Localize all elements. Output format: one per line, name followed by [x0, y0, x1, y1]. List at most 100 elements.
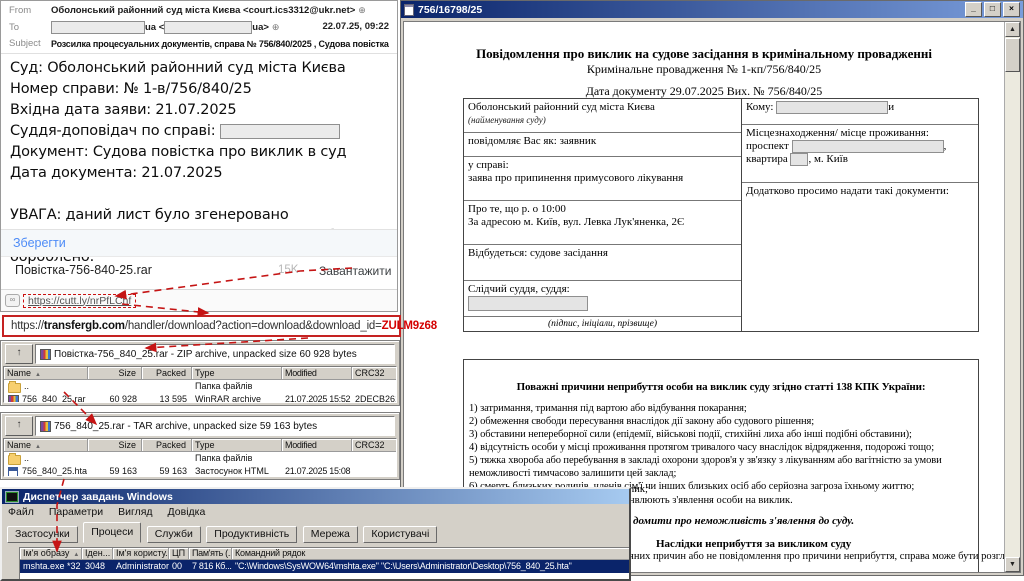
scroll-down-icon: ▼ [1009, 560, 1016, 568]
archive-file-list: Name▲ Size Packed Type Modified CRC32 ..… [3, 438, 397, 477]
column-pid[interactable]: Іден... [82, 548, 113, 560]
parent-dir-row[interactable]: .. Папка файлів [4, 452, 396, 465]
plus-circle-icon[interactable]: ⊕ [272, 22, 280, 33]
menu-file[interactable]: Файл [8, 506, 34, 518]
email-subject: Розсилка процесуальних документів, справ… [51, 39, 389, 49]
from-label: From [9, 5, 51, 16]
column-image-name[interactable]: Ім'я образу▲ [20, 548, 82, 560]
column-type[interactable]: Type [192, 367, 282, 380]
sort-asc-icon: ▲ [35, 444, 41, 450]
minimize-button[interactable]: _ [965, 2, 982, 17]
header-divider [1, 53, 397, 54]
attachment-name[interactable]: Повістка-756-840-25.rar [15, 263, 152, 277]
reason-item: 4) відсутність особи у місці проживання … [469, 441, 973, 454]
download-link[interactable]: Завантажити [319, 264, 391, 278]
document-date-line: Дата документу 29.07.2025 Вих. № 756/840… [404, 84, 1004, 99]
redacted-recipient [164, 21, 252, 34]
menu-help[interactable]: Довідка [168, 506, 206, 518]
task-manager-tabs: Застосунки Процеси Служби Продуктивність… [7, 522, 629, 542]
column-modified[interactable]: Modified [282, 367, 352, 380]
archive-title: 756_840_25.rar - TAR archive, unpacked s… [54, 421, 317, 432]
task-manager-title: Диспетчер завдань Windows [23, 491, 173, 503]
status-link-url[interactable]: https://cutt.ly/nrPfLChf [23, 294, 136, 308]
email-window: From Оболонський районний суд міста Києв… [0, 0, 398, 312]
summons-right-column: Кому: и Місцезнаходження/ місце проживан… [742, 99, 978, 331]
redacted-judge-name [220, 124, 340, 139]
task-manager-menubar: Файл Параметри Вигляд Довідка [2, 504, 629, 520]
task-manager-titlebar[interactable]: Диспетчер завдань Windows [2, 489, 629, 504]
column-modified[interactable]: Modified [282, 439, 352, 452]
archive-address-bar[interactable]: Повістка-756_840_25.rar - ZIP archive, u… [35, 344, 395, 364]
file-row-rar[interactable]: 756_840_25.rar 60 928 13 595 WinRAR arch… [4, 393, 396, 403]
menu-view[interactable]: Вигляд [118, 506, 152, 518]
hta-file-icon [8, 467, 18, 478]
tab-processes[interactable]: Процеси [83, 522, 141, 543]
column-command-line[interactable]: Командний рядок [232, 548, 631, 560]
save-button[interactable]: Зберегти [13, 236, 66, 250]
window-controls: _ □ × [963, 2, 1020, 17]
reasons-title: Поважні причини неприбуття особи на викл… [492, 381, 950, 393]
body-line-court: Суд: Оболонський районний суд міста Києв… [10, 58, 391, 79]
tab-services[interactable]: Служби [147, 526, 201, 543]
text-fragment: лик; [629, 484, 648, 495]
reason-item: 2) обмеження свободи пересування внаслід… [469, 415, 973, 428]
scrollbar-thumb[interactable] [1005, 38, 1020, 72]
document-scrollbar[interactable]: ▲ ▼ [1004, 22, 1020, 572]
redacted-recipient [51, 21, 145, 34]
column-packed[interactable]: Packed [142, 367, 192, 380]
task-manager-window: Диспетчер завдань Windows Файл Параметри… [0, 487, 631, 581]
column-name[interactable]: Name▲ [4, 367, 88, 380]
file-row-hta[interactable]: 756_840_25.hta 59 163 59 163 Застосунок … [4, 465, 396, 477]
summons-table: Оболонський районний суд міста Києва (на… [463, 98, 979, 332]
extra-docs-cell: Додатково просимо надати такі документи: [742, 183, 978, 331]
tab-performance[interactable]: Продуктивність [206, 526, 297, 543]
maximize-button[interactable]: □ [984, 2, 1001, 17]
subject-label: Subject [9, 38, 51, 49]
up-directory-button[interactable]: ↑ [5, 416, 33, 436]
attachment-size: 15K [278, 264, 298, 276]
body-line-doc: Документ: Судова повістка про виклик в с… [10, 142, 391, 163]
redacted-recipient-name [776, 101, 888, 114]
tab-users[interactable]: Користувачі [363, 526, 437, 543]
email-date: 22.07.25, 09:22 [322, 21, 389, 32]
rar-archive-icon [40, 421, 51, 432]
scroll-down-button[interactable]: ▼ [1005, 557, 1020, 572]
plus-circle-icon[interactable]: ⊕ [358, 5, 366, 16]
up-directory-button[interactable]: ↑ [5, 344, 33, 364]
email-status-bar: ∞ https://cutt.ly/nrPfLChf [1, 289, 397, 311]
document-titlebar[interactable]: 756/16798/25 _ □ × [401, 1, 1023, 18]
close-button[interactable]: × [1003, 2, 1020, 17]
parent-dir-row[interactable]: .. Папка файлів [4, 380, 396, 393]
column-crc32[interactable]: CRC32 [352, 367, 397, 380]
column-name[interactable]: Name▲ [4, 439, 88, 452]
reason-item: 3) обставини непереборної сили (епідемії… [469, 428, 973, 441]
email-subject-row: Subject Розсилка процесуальних документі… [9, 38, 389, 49]
column-type[interactable]: Type [192, 439, 282, 452]
column-crc32[interactable]: CRC32 [352, 439, 397, 452]
column-size[interactable]: Size [88, 439, 142, 452]
column-cpu[interactable]: ЦП [169, 548, 189, 560]
up-arrow-icon: ↑ [17, 419, 22, 430]
to-label: To [9, 22, 51, 33]
folder-icon [8, 455, 21, 465]
column-memory[interactable]: Пам'ять (... [189, 548, 232, 560]
column-size[interactable]: Size [88, 367, 142, 380]
folder-icon [8, 383, 21, 393]
email-from-row: From Оболонський районний суд міста Києв… [9, 5, 389, 16]
winrar-window-tar: ↑ 756_840_25.rar - TAR archive, unpacked… [0, 412, 400, 480]
reason-item: 5) тяжка хвороба або перебування в закла… [469, 454, 973, 480]
attachment-toolbar: Зберегти [1, 229, 397, 257]
process-row-mshta[interactable]: mshta.exe *32 3048 Administrator 00 7 81… [20, 560, 631, 573]
reason-item: 1) затримання, тримання під вартою або в… [469, 402, 973, 415]
summons-left-column: Оболонський районний суд міста Києва (на… [464, 99, 742, 331]
scroll-up-button[interactable]: ▲ [1005, 22, 1020, 37]
malicious-url-banner: https://transfergb.com/handler/download?… [2, 315, 401, 337]
tab-networking[interactable]: Мережа [303, 526, 358, 543]
archive-address-bar[interactable]: 756_840_25.rar - TAR archive, unpacked s… [35, 416, 395, 436]
tab-applications[interactable]: Застосунки [7, 526, 78, 543]
rar-archive-icon [40, 349, 51, 360]
url-path: /handler/download?action=download&downlo… [125, 320, 382, 332]
column-packed[interactable]: Packed [142, 439, 192, 452]
menu-options[interactable]: Параметри [49, 506, 103, 518]
column-user[interactable]: Ім'я користу... [113, 548, 169, 560]
